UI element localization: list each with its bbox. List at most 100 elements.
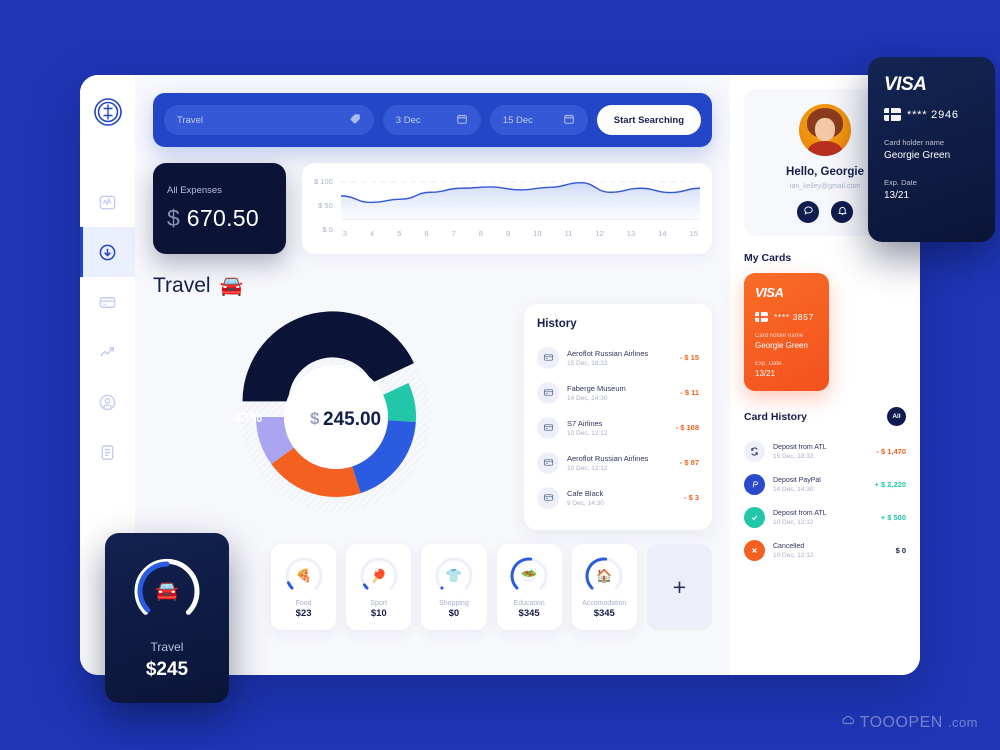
x-tick: 13 — [626, 229, 636, 238]
card-history-row-text: Deposit PayPal 14 Dec, 14:30 — [773, 477, 867, 493]
chart-x-axis: 3 4 5 6 7 8 9 10 11 12 13 14 15 — [341, 225, 700, 238]
x-tick: 7 — [451, 229, 456, 238]
card-history-amount: $ 0 — [895, 546, 906, 555]
page-title-text: Travel — [153, 274, 211, 297]
sidebar-item-statistics[interactable] — [80, 327, 135, 377]
travel-gauge: 🚘 — [131, 555, 203, 627]
category-card-education[interactable]: 🥗 Education $345 — [496, 544, 562, 630]
history-row[interactable]: Faberge Museum 14 Dec, 14:30 - $ 11 — [537, 375, 699, 410]
x-tick: 4 — [369, 229, 375, 238]
card-history-row[interactable]: Cancelled 10 Dec, 12:12 $ 0 — [744, 534, 906, 567]
chip-icon — [755, 312, 768, 322]
visa-card-orange[interactable]: VISA **** 3857 Card holder name Georgie … — [744, 273, 829, 391]
sidebar-item-profile[interactable] — [80, 377, 135, 427]
card-exp-value: 13/21 — [755, 369, 776, 378]
card-history-row[interactable]: Deposit from ATL 15 Dec, 18:33 - $ 1,470 — [744, 435, 906, 468]
history-amount: - $ 87 — [679, 458, 699, 467]
history-row[interactable]: Cafe Black 9 Dec, 14:30 - $ 3 — [537, 480, 699, 515]
dollar-circle-logo-icon — [91, 95, 125, 129]
history-row[interactable]: Aeroflot Russian Airlines 15 Dec, 18:33 - … — [537, 340, 699, 375]
category-card-food[interactable]: 🍕 Food $23 — [271, 544, 337, 630]
category-name: Shopping — [439, 600, 469, 607]
history-row[interactable]: Aeroflot Russian Airlines 10 Dec, 12:12 - … — [537, 445, 699, 480]
card-history-row-text: Cancelled 10 Dec, 12:12 — [773, 543, 888, 559]
category-gauge: 🏓 — [358, 555, 400, 597]
x-tick: 6 — [424, 229, 429, 238]
history-date: 10 Dec, 12:12 — [567, 429, 608, 437]
add-category-button[interactable]: + — [646, 544, 713, 630]
x-tick: 10 — [533, 229, 542, 238]
watermark: TOOOPEN .com — [841, 713, 978, 732]
card-history-date: 15 Dec, 18:33 — [773, 452, 814, 460]
history-row[interactable]: S7 Airlines 10 Dec, 12:12 - $ 108 — [537, 410, 699, 445]
history-merchant: Cafe Black — [567, 488, 604, 498]
messages-button[interactable] — [797, 201, 819, 223]
donut-highlight-label: 43% — [234, 409, 263, 425]
card-history-name: Cancelled — [773, 542, 805, 550]
card-holder-label: Card holder name — [755, 333, 804, 339]
sidebar-item-reports[interactable] — [80, 427, 135, 477]
x-tick: 9 — [506, 229, 511, 238]
history-merchant: Aeroflot Russian Airlines — [567, 348, 649, 358]
category-card-accomodation[interactable]: 🏠 Accomodation $345 — [571, 544, 637, 630]
chart-svg — [340, 181, 700, 220]
category-value: $345 — [593, 608, 615, 619]
card-history-amount: + $ 2,220 — [874, 480, 907, 489]
sidebar-item-analytics[interactable] — [80, 177, 135, 227]
close-icon — [744, 540, 765, 561]
card-history-filter-badge[interactable]: All — [887, 407, 906, 426]
start-searching-button[interactable]: Start Searching — [596, 105, 701, 135]
card-holder-label: Card holder name — [884, 138, 945, 147]
card-history-row[interactable]: Deposit from ATL 10 Dec, 12:12 + $ 500 — [744, 501, 906, 534]
chip-icon — [884, 108, 901, 121]
card-holder-name: Georgie Green — [755, 341, 808, 350]
history-amount: - $ 11 — [680, 388, 699, 397]
body-row: $ 245.00 43% History Aeroflot Russian Ai… — [153, 304, 712, 530]
category-gauge: 🥗 — [508, 555, 550, 597]
history-title: History — [537, 318, 577, 330]
category-name: Sport — [370, 600, 388, 607]
card-history-date: 14 Dec, 14:30 — [773, 485, 814, 493]
x-tick: 11 — [564, 229, 573, 238]
x-tick: 15 — [689, 229, 698, 238]
history-date: 10 Dec, 12:12 — [567, 464, 608, 472]
category-card-shopping[interactable]: 👕 Shopping $0 — [421, 544, 487, 630]
visa-card-dark[interactable]: VISA **** 2946 Card holder name Georgie … — [868, 57, 995, 242]
sidebar-item-cards[interactable] — [80, 277, 135, 327]
sidebar-item-deposits[interactable] — [80, 227, 135, 277]
avatar-face — [815, 118, 835, 141]
category-gauge: 👕 — [433, 555, 475, 597]
date-to-input[interactable]: 15 Dec — [489, 105, 588, 135]
user-circle-icon — [98, 393, 117, 412]
card-history-row-text: Deposit from ATL 15 Dec, 18:33 — [773, 444, 868, 460]
category-card-sport[interactable]: 🏓 Sport $10 — [346, 544, 412, 630]
card-history-date: 10 Dec, 12:12 — [773, 518, 814, 526]
card-history-date: 10 Dec, 12:12 — [773, 551, 814, 559]
search-bar: Travel 3 Dec 15 Dec Start Searching — [153, 93, 712, 147]
avatar — [799, 104, 851, 156]
date-from-value: 3 Dec — [395, 114, 421, 126]
date-from-input[interactable]: 3 Dec — [382, 105, 481, 135]
search-input-value: Travel — [177, 114, 204, 126]
expenses-area-chart: $ 100 $ 50 $ 0 3 4 5 6 7 8 9 10 11 12 13… — [302, 163, 712, 254]
search-input[interactable]: Travel — [164, 105, 374, 135]
category-value: $10 — [370, 608, 387, 619]
category-value: $0 — [448, 608, 460, 619]
category-gauge: 🍕 — [283, 555, 325, 597]
travel-summary-card[interactable]: 🚘 Travel $245 — [105, 533, 229, 703]
visa-brand-label: VISA — [884, 74, 927, 95]
credit-card-icon — [537, 346, 559, 369]
x-tick: 12 — [595, 229, 604, 238]
y-tick: $ 0 — [322, 225, 333, 234]
card-number-row: **** 2946 — [884, 108, 979, 121]
history-merchant: Faberge Museum — [567, 383, 626, 393]
history-date: 14 Dec, 14:30 — [567, 394, 608, 402]
credit-card-icon — [537, 486, 559, 509]
notifications-button[interactable] — [831, 201, 853, 223]
paypal-icon — [744, 474, 765, 495]
card-history-row[interactable]: Deposit PayPal 14 Dec, 14:30 + $ 2,220 — [744, 468, 906, 501]
card-number-row: **** 3857 — [755, 312, 818, 322]
travel-card-value: $245 — [145, 659, 189, 680]
history-row-text: S7 Airlines 10 Dec, 12:12 — [567, 419, 668, 437]
profile-greeting: Hello, Georgie — [786, 166, 864, 178]
